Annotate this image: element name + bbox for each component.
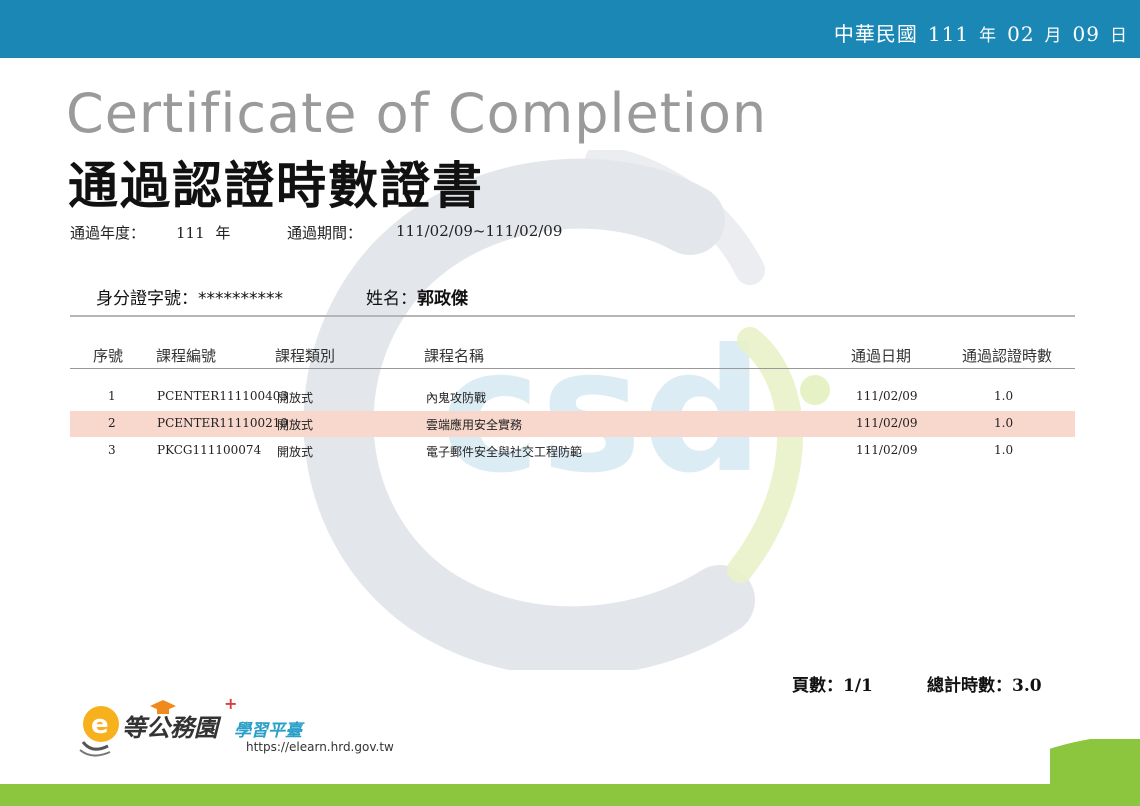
plus-icon: + [224, 694, 238, 713]
name-value: 郭政傑 [417, 289, 468, 309]
row-course-name: 內鬼攻防戰 [426, 391, 487, 405]
issue-month-unit: 月 [1044, 26, 1063, 46]
row-course-name: 電子郵件安全與社交工程防範 [426, 445, 583, 459]
id-value: ********** [198, 289, 283, 309]
pass-year-label: 通過年度： [70, 224, 146, 242]
row-code: PCENTER111100210 [157, 416, 289, 430]
name-label: 姓名： [366, 289, 417, 309]
row-date: 111/02/09 [856, 416, 918, 430]
col-header-name: 課程名稱 [424, 347, 485, 365]
issue-date-prefix: 中華民國 [833, 22, 918, 46]
row-date: 111/02/09 [856, 389, 918, 403]
person-name: 姓名：郭政傑 [366, 284, 468, 309]
svg-text:e: e [91, 710, 109, 740]
page-count-label: 頁數： [792, 676, 843, 696]
page-count: 頁數：1/1 [792, 671, 873, 696]
pass-period-label: 通過期間： [287, 224, 363, 242]
issue-year: 111 [927, 22, 970, 46]
graduation-cap-icon [150, 700, 176, 714]
watermark-logo: csd [303, 150, 830, 670]
title-chinese: 通過認證時數證書 [68, 157, 484, 215]
pass-period-value: 111/02/09~111/02/09 [396, 222, 563, 240]
title-english: Certificate of Completion [66, 82, 768, 145]
row-no: 1 [108, 389, 116, 403]
logo-url: https://elearn.hrd.gov.tw [246, 740, 394, 754]
col-header-date: 通過日期 [851, 347, 912, 365]
row-hours: 1.0 [994, 416, 1014, 430]
lightbulb-e-icon: e [79, 706, 119, 757]
page-count-value: 1/1 [843, 676, 873, 696]
header-divider [70, 315, 1075, 317]
row-date: 111/02/09 [856, 443, 918, 457]
pass-year-number: 111 [176, 224, 205, 242]
issue-day-unit: 日 [1110, 26, 1128, 46]
col-header-code: 課程編號 [156, 347, 217, 365]
pass-year-value: 111 年 [176, 222, 230, 243]
col-header-no: 序號 [93, 347, 124, 365]
row-no: 2 [108, 416, 116, 430]
col-header-hours: 通過認證時數 [962, 347, 1053, 365]
row-category: 開放式 [277, 445, 314, 459]
col-header-category: 課程類別 [275, 347, 336, 365]
row-category: 開放式 [277, 391, 314, 405]
row-category: 開放式 [277, 418, 314, 432]
elearn-logo: e 等公務園 + 學習平臺 https://elearn.hrd.gov.tw [78, 694, 398, 762]
bottom-banner [0, 784, 1140, 806]
issue-year-unit: 年 [979, 26, 998, 46]
row-code: PKCG111100074 [157, 443, 262, 457]
id-number: 身分證字號：********** [96, 284, 283, 309]
row-no: 3 [108, 443, 116, 457]
bottom-banner-curve [1050, 739, 1140, 784]
pass-year-unit: 年 [215, 224, 231, 242]
table-row: 3 PKCG111100074 開放式 電子郵件安全與社交工程防範 111/02… [70, 438, 1075, 464]
table-row-highlighted: 2 PCENTER111100210 開放式 雲端應用安全實務 111/02/0… [70, 411, 1075, 437]
total-hours-value: 3.0 [1012, 676, 1042, 696]
logo-subtitle: 學習平臺 [234, 721, 302, 741]
table-row: 1 PCENTER111100403 開放式 內鬼攻防戰 111/02/09 1… [70, 384, 1075, 410]
total-hours-label: 總計時數： [927, 676, 1012, 696]
row-code: PCENTER111100403 [157, 389, 289, 403]
row-hours: 1.0 [994, 389, 1014, 403]
table-header-divider [70, 368, 1075, 369]
row-course-name: 雲端應用安全實務 [426, 418, 523, 432]
row-hours: 1.0 [994, 443, 1014, 457]
issue-date: 中華民國 111 年 02 月 09 日 [834, 18, 1128, 47]
issue-month: 02 [1007, 22, 1035, 46]
total-hours: 總計時數：3.0 [927, 671, 1042, 696]
issue-day: 09 [1072, 22, 1100, 46]
id-label: 身分證字號： [96, 289, 198, 309]
